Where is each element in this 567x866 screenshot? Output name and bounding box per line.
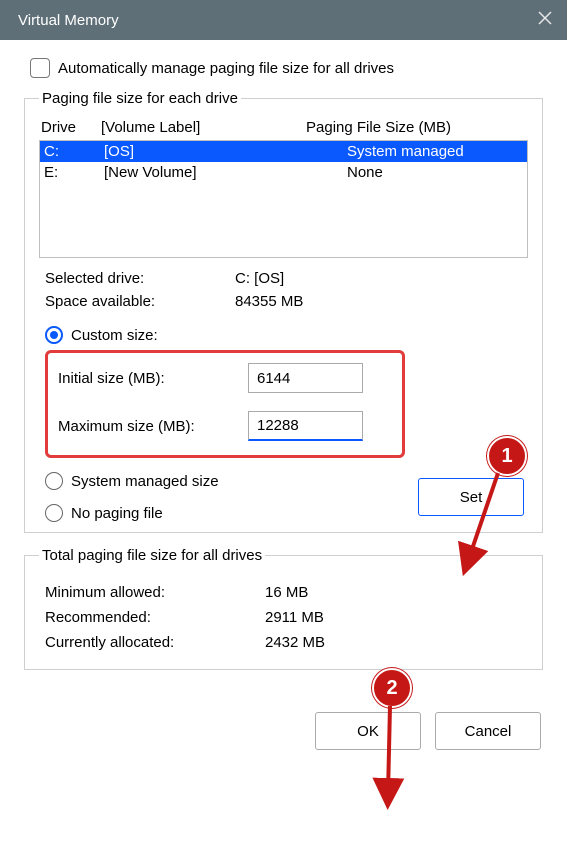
titlebar: Virtual Memory xyxy=(0,0,567,40)
initial-size-label: Initial size (MB): xyxy=(58,370,248,387)
drive-table-header: Drive [Volume Label] Paging File Size (M… xyxy=(39,119,528,136)
highlight-box: Initial size (MB): Maximum size (MB): xyxy=(45,350,405,458)
radio-no-paging-label: No paging file xyxy=(71,505,163,522)
recommended-label: Recommended: xyxy=(45,609,265,626)
radio-system-label: System managed size xyxy=(71,473,219,490)
maximum-size-label: Maximum size (MB): xyxy=(58,418,248,435)
per-drive-legend: Paging file size for each drive xyxy=(39,90,241,107)
drive-row[interactable]: E: [New Volume] None xyxy=(40,162,527,183)
selected-drive-value: C: [OS] xyxy=(235,270,284,287)
radio-no-paging[interactable] xyxy=(45,504,63,522)
drive-list[interactable]: C: [OS] System managed E: [New Volume] N… xyxy=(39,140,528,258)
annotation-arrow-2 xyxy=(370,700,430,814)
drive-row[interactable]: C: [OS] System managed xyxy=(40,141,527,162)
min-allowed-label: Minimum allowed: xyxy=(45,584,265,601)
col-size: Paging File Size (MB) xyxy=(306,119,526,136)
radio-custom-size[interactable] xyxy=(45,326,63,344)
selected-drive-label: Selected drive: xyxy=(45,270,235,287)
totals-legend: Total paging file size for all drives xyxy=(39,547,265,564)
maximum-size-input[interactable] xyxy=(248,411,363,441)
allocated-label: Currently allocated: xyxy=(45,634,265,651)
radio-system-managed[interactable] xyxy=(45,472,63,490)
initial-size-input[interactable] xyxy=(248,363,363,393)
col-drive: Drive xyxy=(41,119,101,136)
radio-custom-label: Custom size: xyxy=(71,327,158,344)
recommended-value: 2911 MB xyxy=(265,609,324,626)
window-title: Virtual Memory xyxy=(18,12,119,29)
space-available-value: 84355 MB xyxy=(235,293,303,310)
col-volume: [Volume Label] xyxy=(101,119,306,136)
annotation-arrow-1 xyxy=(450,465,520,589)
min-allowed-value: 16 MB xyxy=(265,584,308,601)
allocated-value: 2432 MB xyxy=(265,634,325,651)
space-available-label: Space available: xyxy=(45,293,235,310)
cancel-button[interactable]: Cancel xyxy=(435,712,541,750)
auto-manage-label: Automatically manage paging file size fo… xyxy=(58,60,394,77)
auto-manage-checkbox[interactable] xyxy=(30,58,50,78)
close-icon[interactable] xyxy=(537,10,553,30)
